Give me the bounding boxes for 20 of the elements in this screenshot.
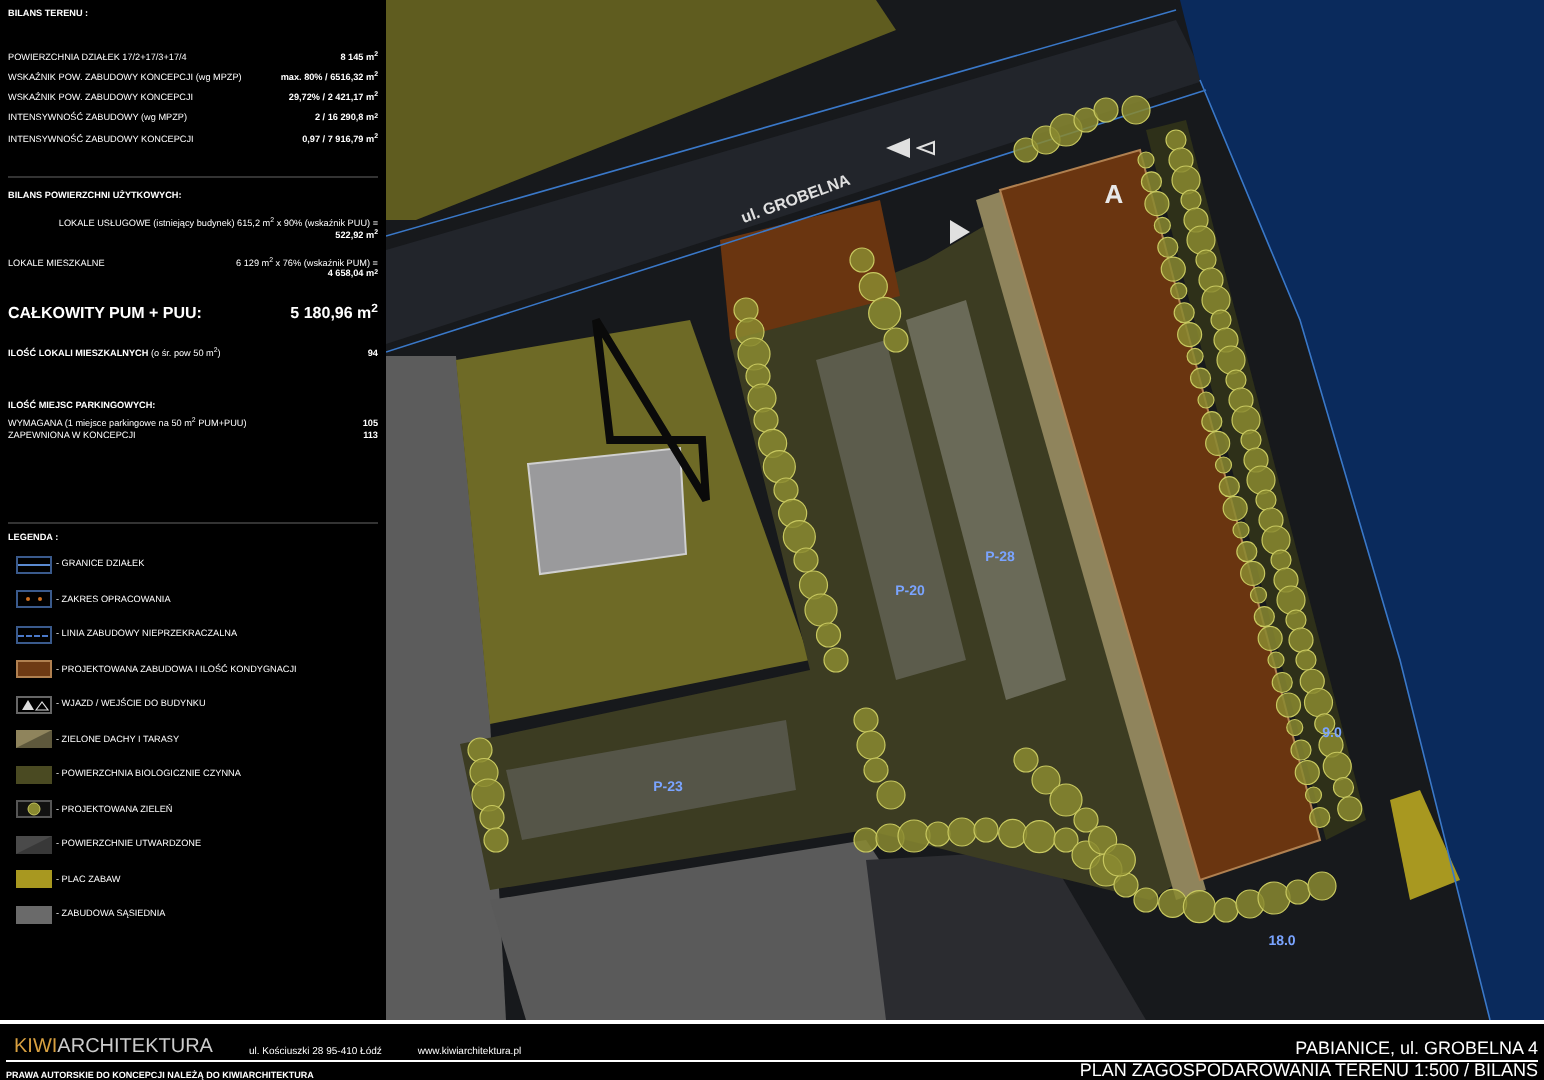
- entry-triangles-icon: [16, 695, 52, 714]
- total-label: CAŁKOWITY PUM + PUU:: [8, 304, 202, 325]
- location-title: PABIANICE, ul. GROBELNA 4: [1295, 1040, 1538, 1058]
- playground-swatch-icon: [16, 870, 52, 889]
- neighbour-building-swatch-icon: [16, 905, 52, 924]
- building-swatch-icon: [16, 660, 52, 679]
- paved-swatch-icon: [16, 835, 52, 854]
- logo: KIWIARCHITEKTURA: [14, 1038, 213, 1058]
- entry-triangle-icon: [916, 140, 936, 156]
- building-line-swatch-icon: [16, 625, 52, 644]
- sheet-title: PLAN ZAGOSPODAROWANIA TERENU 1:500 / BILANS: [1079, 1062, 1538, 1080]
- entry-triangle-icon: [886, 138, 910, 158]
- plot-boundary-swatch-icon: [16, 555, 52, 574]
- tree-swatch-icon: [16, 800, 52, 819]
- total-value: 5 180,96 m$^{2}$: [290, 304, 378, 325]
- bio-surface-swatch-icon: [16, 765, 52, 784]
- building-label: A: [1104, 181, 1124, 207]
- scope-swatch-icon: [16, 590, 52, 609]
- entry-triangle-icon: [950, 220, 970, 244]
- roof-terrace-swatch-icon: [16, 730, 52, 749]
